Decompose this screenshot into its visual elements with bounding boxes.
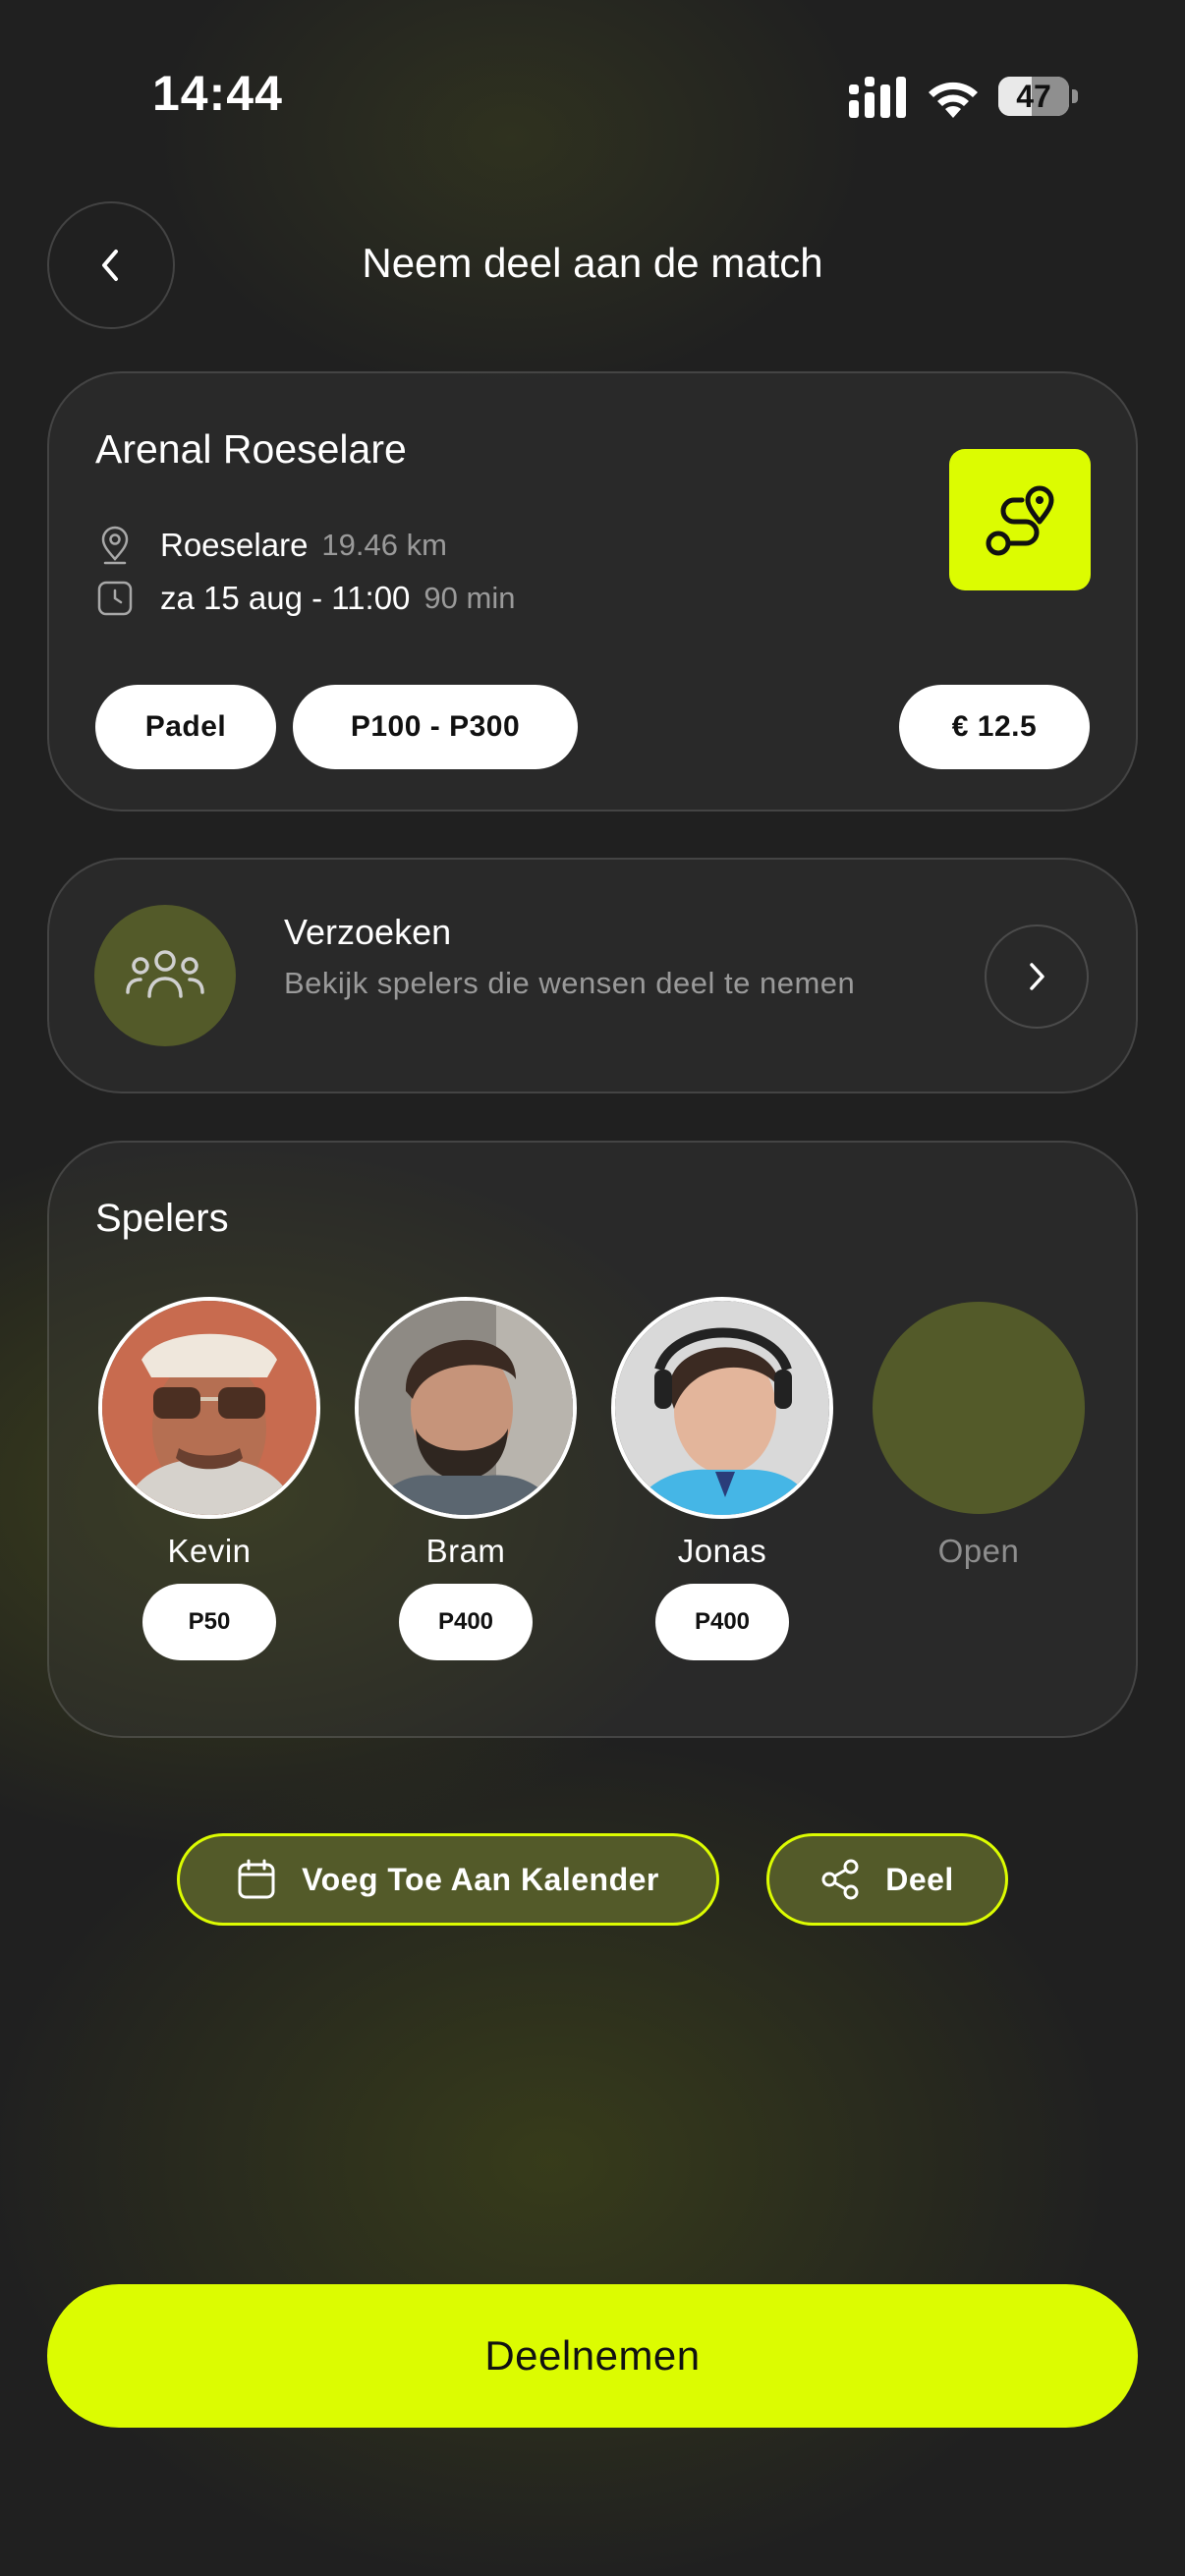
- location-row: Roeselare 19.46 km: [95, 526, 447, 565]
- share-icon: [821, 1859, 859, 1900]
- player-level: P400: [399, 1584, 533, 1660]
- location-city: Roeselare: [160, 527, 309, 563]
- users-icon: [126, 950, 204, 998]
- battery-indicator: 47: [998, 77, 1079, 116]
- open-slot[interactable]: Open: [866, 1297, 1092, 1570]
- venue-name: Arenal Roeselare: [95, 426, 407, 472]
- player-avatar-kevin: [98, 1297, 320, 1519]
- join-button[interactable]: Deelnemen: [47, 2284, 1138, 2428]
- player-slot[interactable]: Kevin P50: [96, 1297, 322, 1660]
- battery-cap: [1072, 89, 1078, 103]
- battery-level: 47: [1016, 79, 1051, 114]
- players-title: Spelers: [95, 1197, 229, 1240]
- level-range-tag: P100 - P300: [293, 685, 578, 769]
- requests-title: Verzoeken: [284, 912, 452, 952]
- share-button[interactable]: Deel: [766, 1833, 1008, 1926]
- open-slot-label: Open: [937, 1533, 1020, 1569]
- location-distance: 19.46 km: [321, 528, 447, 562]
- player-slot[interactable]: Bram P400: [353, 1297, 579, 1660]
- add-to-calendar-button[interactable]: Voeg Toe Aan Kalender: [177, 1833, 719, 1926]
- player-name: Jonas: [677, 1533, 767, 1569]
- wifi-icon: [929, 82, 978, 118]
- requests-avatar: [94, 905, 236, 1046]
- route-pin-icon: [986, 485, 1054, 556]
- chevron-right-icon: [1030, 963, 1044, 990]
- requests-open-button[interactable]: [985, 924, 1089, 1029]
- match-datetime: za 15 aug - 11:00: [160, 580, 411, 616]
- calendar-icon: [238, 1859, 275, 1899]
- share-label: Deel: [885, 1861, 954, 1897]
- clock-icon: [97, 581, 133, 616]
- map-pin-icon: [101, 526, 129, 565]
- player-avatar-jonas: [611, 1297, 833, 1519]
- venue-route-button[interactable]: [949, 449, 1091, 590]
- cellular-signal-icon: [849, 77, 906, 118]
- open-slot-avatar: [873, 1302, 1085, 1514]
- match-duration: 90 min: [423, 581, 516, 615]
- player-avatar-bram: [355, 1297, 577, 1519]
- sport-tag: Padel: [95, 685, 276, 769]
- price-tag: € 12.5: [899, 685, 1090, 769]
- player-name: Bram: [425, 1533, 506, 1569]
- page-title: Neem deel aan de match: [362, 240, 823, 286]
- requests-subtitle: Bekijk spelers die wensen deel te nemen: [284, 966, 856, 1000]
- status-time: 14:44: [152, 66, 283, 121]
- player-name: Kevin: [167, 1533, 252, 1569]
- player-slot[interactable]: Jonas P400: [609, 1297, 835, 1660]
- datetime-row: za 15 aug - 11:00 90 min: [95, 579, 515, 618]
- add-to-calendar-label: Voeg Toe Aan Kalender: [302, 1861, 659, 1897]
- player-level: P400: [655, 1584, 789, 1660]
- player-level: P50: [142, 1584, 276, 1660]
